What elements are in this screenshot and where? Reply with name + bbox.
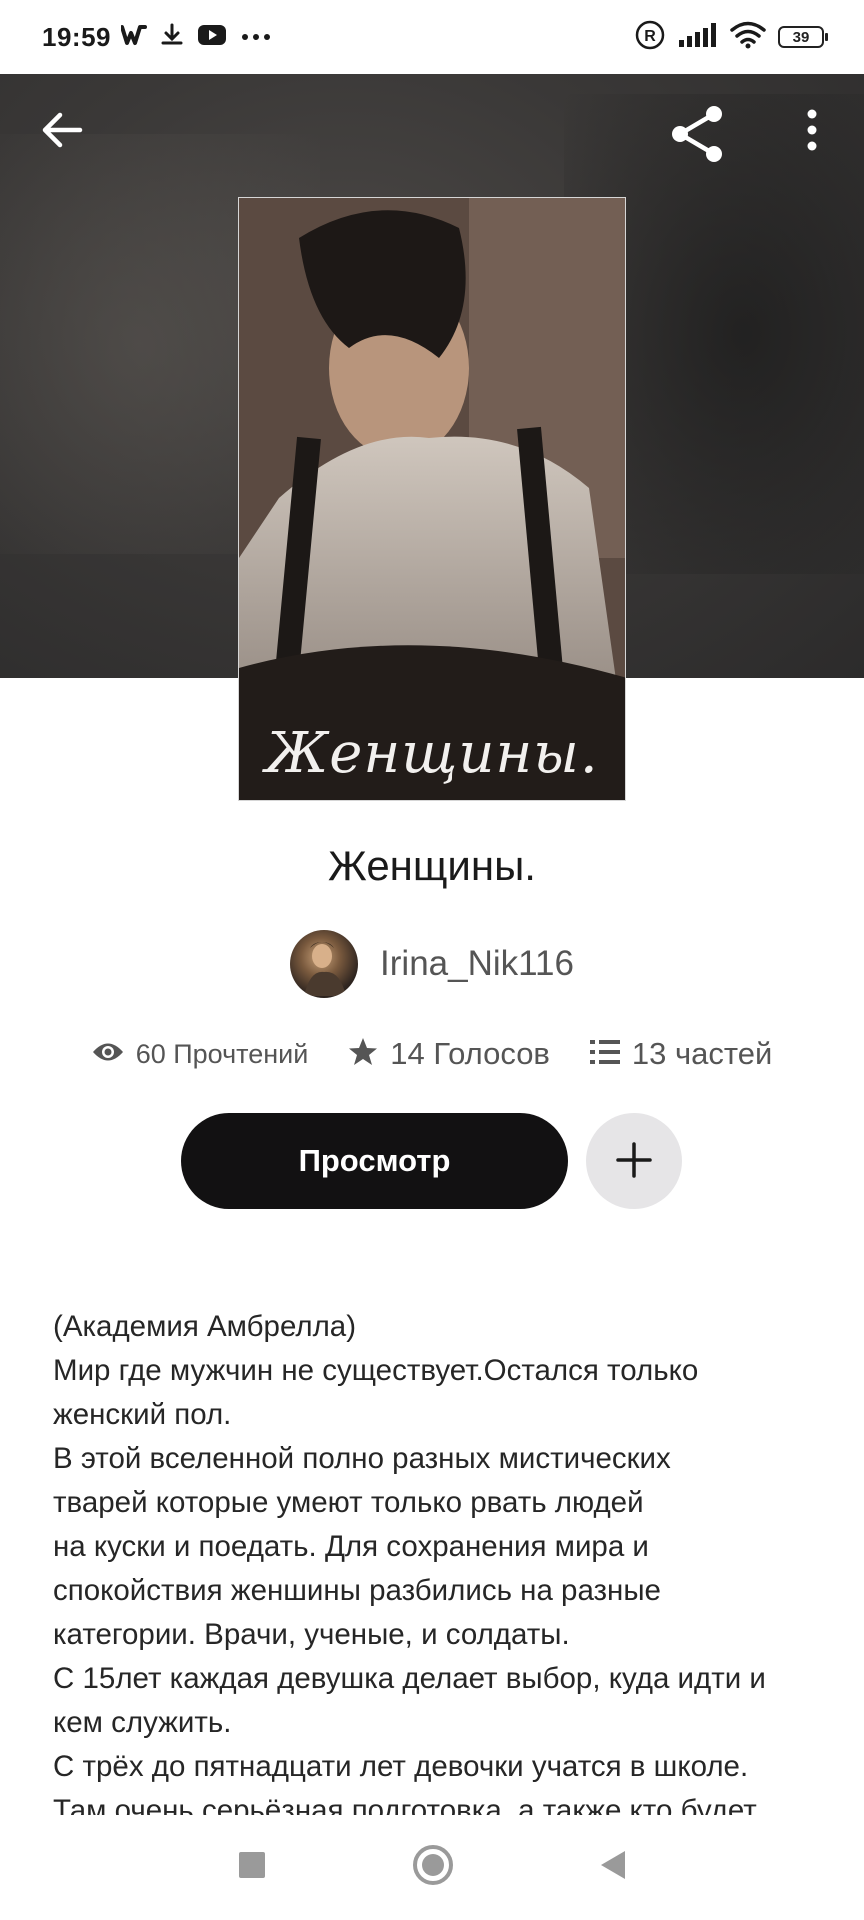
- more-dots-icon: [241, 28, 271, 46]
- youtube-icon: [197, 24, 227, 51]
- description-line: спокойствия женшины разбились на разные: [53, 1574, 661, 1607]
- cover-artwork: [239, 198, 625, 800]
- list-icon: [589, 1039, 620, 1070]
- votes-count: 14 Голосов: [390, 1036, 550, 1071]
- status-bar: 19:59 R 39: [0, 0, 864, 74]
- notification-icons: [120, 23, 271, 52]
- reads-count: 60 Прочтений: [135, 1038, 309, 1069]
- wattpad-w-icon: [120, 24, 147, 51]
- share-icon: [668, 105, 728, 168]
- system-icons: R 39: [634, 19, 828, 56]
- back-button[interactable]: [30, 100, 94, 164]
- avatar[interactable]: [290, 930, 359, 998]
- share-button[interactable]: [662, 100, 734, 172]
- description-line: В этой вселенной полно разных мистически…: [53, 1442, 671, 1475]
- description-line: категории. Врачи, ученые, и солдаты.: [53, 1618, 570, 1651]
- eye-icon: [92, 1041, 124, 1068]
- battery-indicator: 39: [778, 26, 828, 48]
- description-line: Мир где мужчин не существует.Остался тол…: [53, 1354, 699, 1387]
- signal-icon: [678, 22, 718, 53]
- registered-icon: R: [634, 19, 666, 56]
- more-options-button[interactable]: [790, 100, 834, 164]
- description-line: тварей которые умеют только рвать людей: [53, 1486, 644, 1519]
- description-line: С 15лет каждая девушка делает выбор, куд…: [53, 1662, 766, 1695]
- wifi-icon: [730, 21, 766, 54]
- author-name[interactable]: Irina_Nik116: [380, 944, 574, 984]
- reads-stat: 60 Прочтений: [92, 1038, 309, 1070]
- description-line: Там очень серьёзная подготовка, а также …: [53, 1794, 757, 1815]
- description-line: С трёх до пятнадцати лет девочки учатся …: [53, 1750, 749, 1783]
- story-cover[interactable]: Женщины.: [238, 197, 626, 801]
- description-line: женский пол.: [53, 1398, 232, 1431]
- story-title: Женщины.: [328, 842, 536, 889]
- recent-apps-icon[interactable]: [237, 1850, 267, 1885]
- story-description: (Академия Амбрелла) Мир где мужчин не су…: [53, 1305, 823, 1815]
- status-time: 19:59: [42, 21, 111, 52]
- author-row[interactable]: Irina_Nik116: [0, 930, 864, 998]
- home-icon[interactable]: [412, 1844, 454, 1891]
- story-stats: 60 Прочтений 14 Голосов 13 частей: [0, 1036, 864, 1072]
- more-vertical-icon: [806, 109, 818, 156]
- plus-icon: [615, 1141, 653, 1182]
- votes-stat: 14 Голосов: [348, 1036, 550, 1072]
- description-line: на куски и поедать. Для сохранения мира …: [53, 1530, 649, 1563]
- description-line: кем служить.: [53, 1706, 232, 1739]
- description-line: (Академия Амбрелла): [53, 1310, 357, 1343]
- add-to-library-button[interactable]: [586, 1113, 682, 1209]
- arrow-left-icon: [40, 110, 84, 155]
- svg-text:R: R: [644, 28, 656, 45]
- star-icon: [348, 1037, 378, 1072]
- download-icon: [161, 23, 183, 52]
- back-triangle-icon[interactable]: [599, 1849, 627, 1886]
- read-button[interactable]: Просмотр: [181, 1113, 568, 1209]
- parts-stat: 13 частей: [589, 1036, 773, 1072]
- system-nav-bar: [0, 1815, 864, 1920]
- parts-count: 13 частей: [631, 1036, 773, 1071]
- cover-title: Женщины.: [265, 721, 599, 786]
